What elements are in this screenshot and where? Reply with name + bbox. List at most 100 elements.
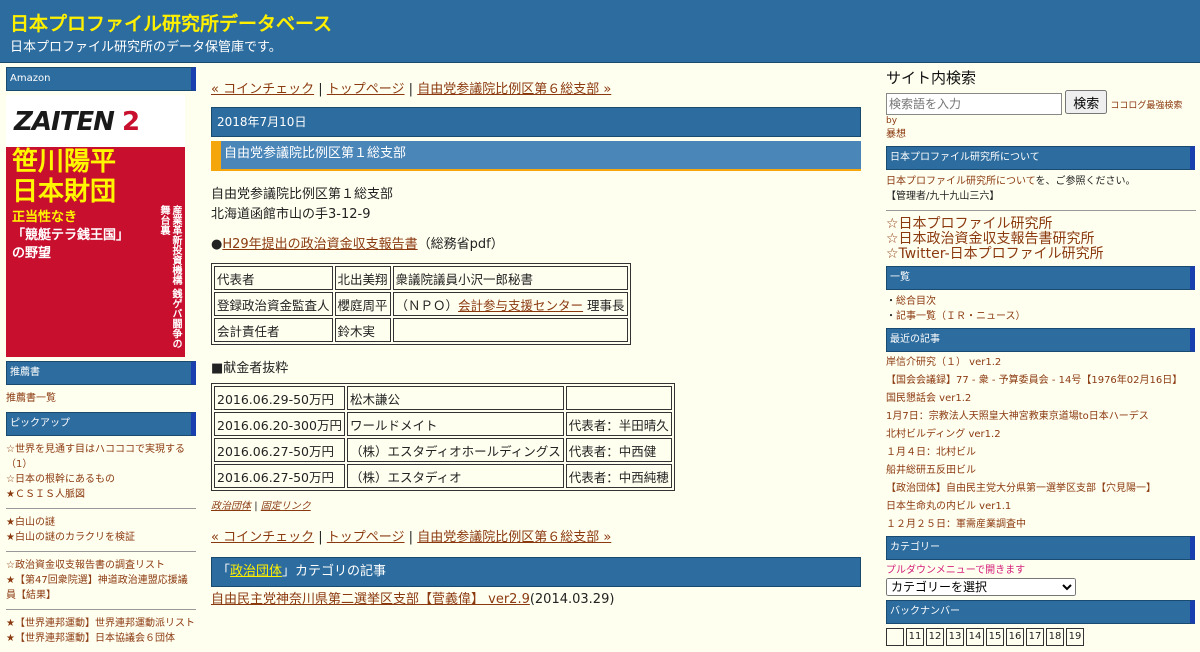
next-article-link[interactable]: 自由党参議院比例区第６総支部 » [417, 530, 611, 545]
calendar-cell[interactable]: 18 [1046, 628, 1064, 646]
officer-note [392, 318, 628, 342]
next-article-link[interactable]: 自由党参議院比例区第６総支部 » [417, 82, 611, 97]
calendar-cell[interactable]: 11 [906, 628, 924, 646]
address-line-2: 北海道函館市山の手3-12-9 [211, 207, 371, 222]
article-title[interactable]: 自由党参議院比例区第１総支部 [211, 141, 861, 171]
recent-article-link[interactable]: 【国会会議録】77 - 衆 - 予算委員会 - 14号【1976年02月16日】 [886, 375, 1182, 386]
about-section: 日本プロファイル研究所についてを、ご参照ください。 【管理者/九十九山三六】 [886, 174, 1196, 204]
recent-article-link[interactable]: 北村ビルディング ver1.2 [886, 429, 1001, 440]
calendar-cell[interactable]: 12 [926, 628, 944, 646]
pickup-group-2: ★白山の謎 ★白山の謎のカラクリを検証 [6, 515, 196, 545]
bracket-open: 「 [217, 564, 231, 579]
report-suffix: （総務省pdf） [417, 237, 504, 252]
pickup-link[interactable]: ☆日本の根幹にあるもの [6, 474, 115, 485]
calendar-cell[interactable]: 17 [1026, 628, 1044, 646]
search-button[interactable]: 検索 [1065, 90, 1108, 114]
article-nav-bottom: « コインチェック | トップページ | 自由党参議院比例区第６総支部 » [211, 526, 861, 545]
search-powered-author[interactable]: 暴想 [886, 128, 1196, 142]
pickup-link[interactable]: ★白山の謎のカラクリを検証 [6, 532, 135, 543]
main-content: « コインチェック | トップページ | 自由党参議院比例区第６総支部 » 20… [211, 78, 861, 609]
officer-role: 会計責任者 [214, 318, 333, 342]
nav-separator: | [318, 530, 323, 545]
pickup-link[interactable]: ★【世界連邦運動】日本協議会６団体 [6, 633, 175, 644]
calendar-cell[interactable] [886, 628, 904, 646]
recent-article-link[interactable]: １２月２５日：軍需産業調査中 [886, 519, 1026, 530]
calendar-cell[interactable]: 15 [986, 628, 1004, 646]
divider [6, 508, 196, 509]
pickup-link[interactable]: ★【世界連邦運動】世界連邦運動派リスト [6, 618, 195, 629]
recommend-list-link[interactable]: 推薦書一覧 [6, 393, 56, 404]
article-list-link[interactable]: 記事一覧（ＩＲ・ニュース） [896, 311, 1026, 322]
backnumber-calendar: 11 12 13 14 15 16 17 18 19 [886, 628, 1196, 646]
donors-heading: ■献金者抜粋 [211, 361, 289, 376]
book-issue: 2 [121, 107, 140, 137]
donor-name: ワールドメイト [346, 412, 564, 436]
site-links: ☆日本プロファイル研究所 ☆日本政治資金収支報告書研究所 ☆Twitter-日本… [886, 217, 1196, 262]
amazon-heading: Amazon [6, 67, 196, 91]
category-bar-link[interactable]: 政治団体 [230, 564, 282, 579]
pickup-heading: ピックアップ [6, 412, 196, 436]
calendar-cell[interactable]: 16 [1006, 628, 1024, 646]
donor-name: （株）エスタディオホールディングス [346, 438, 564, 462]
pickup-group-4: ★【世界連邦運動】世界連邦運動派リスト ★【世界連邦運動】日本協議会６団体 [6, 616, 196, 646]
table-row: 2016.06.27-50万円 （株）エスタディオ 代表者：中西純穂 [214, 464, 672, 488]
category-hint: プルダウンメニューで開きます [886, 565, 1026, 576]
recent-heading: 最近の記事 [886, 328, 1195, 352]
report-pdf-link[interactable]: H29年提出の政治資金収支報告書 [222, 237, 417, 252]
donor-name: 松木謙公 [346, 386, 564, 410]
category-article-link[interactable]: 自由民主党神奈川県第二選挙区支部【菅義偉】 ver2.9 [211, 592, 530, 607]
support-center-link[interactable]: 会計参与支援センター [458, 298, 583, 313]
donor-date: 2016.06.20-300万円 [214, 412, 345, 436]
table-row: 2016.06.27-50万円 （株）エスタディオホールディングス 代表者：中西… [214, 438, 672, 462]
search-input[interactable] [886, 93, 1062, 115]
donor-date: 2016.06.29-50万円 [214, 386, 345, 410]
recent-article-link[interactable]: 船井総研五反田ビル [886, 465, 976, 476]
prev-article-link[interactable]: « コインチェック [211, 530, 314, 545]
permalink-link[interactable]: 固定リンク [261, 501, 311, 512]
nav-separator: | [408, 82, 414, 97]
article-nav-top: « コインチェック | トップページ | 自由党参議院比例区第６総支部 » [211, 78, 861, 97]
recent-article-link[interactable]: １月４日：北村ビル [886, 447, 976, 458]
site-header: 日本プロファイル研究所データベース 日本プロファイル研究所のデータ保管庫です。 [0, 0, 1200, 63]
top-page-link[interactable]: トップページ [327, 82, 405, 97]
list-section: ・総合目次 ・記事一覧（ＩＲ・ニュース） [886, 296, 1026, 322]
book-headline-1: 笹川陽平 [12, 147, 117, 177]
about-link[interactable]: 日本プロファイル研究所について [886, 176, 1036, 187]
recent-article-link[interactable]: 日本生命丸の内ビル ver1.1 [886, 501, 1011, 512]
site-title[interactable]: 日本プロファイル研究所データベース [10, 9, 332, 36]
divider [6, 609, 196, 610]
recent-article-link[interactable]: 岸信介研究（１） ver1.2 [886, 357, 1001, 368]
pickup-link[interactable]: ★白山の謎 [6, 517, 55, 528]
index-link[interactable]: 総合目次 [896, 296, 936, 307]
recent-article-link[interactable]: 国民懇話会 ver1.2 [886, 393, 971, 404]
category-select[interactable]: カテゴリーを選択 [886, 578, 1076, 596]
book-cover[interactable]: ZAITEN 2 笹川陽平 日本財団 正当性なき 「競艇テラ銭王国」 の野望 産… [6, 95, 185, 357]
backnumber-heading: バックナンバー [886, 600, 1195, 624]
table-row: 代表者 北出美翔 衆議院議員小沢一郎秘書 [214, 266, 628, 290]
pickup-link[interactable]: ★【第47回衆院選】神道政治連盟応援議員【結果】 [6, 575, 188, 601]
note-suffix: 理事長 [583, 297, 625, 313]
site-link[interactable]: ☆日本プロファイル研究所 [886, 216, 1053, 232]
table-row: 2016.06.29-50万円 松木謙公 [214, 386, 672, 410]
pickup-link[interactable]: ☆政治資金収支報告書の調査リスト [6, 560, 165, 571]
article-body: 自由党参議院比例区第１総支部 北海道函館市山の手3-12-9 ●H29年提出の政… [211, 185, 861, 512]
prev-article-link[interactable]: « コインチェック [211, 82, 314, 97]
divider [6, 551, 196, 552]
pickup-link[interactable]: ★ＣＳＩＳ人脈図 [6, 489, 85, 500]
donor-name: （株）エスタディオ [346, 464, 564, 488]
pickup-link[interactable]: ☆世界を見通す目はハコココで実現する（1） [6, 444, 185, 470]
pickup-group-3: ☆政治資金収支報告書の調査リスト ★【第47回衆院選】神道政治連盟応援議員【結果… [6, 558, 196, 603]
recent-article-link[interactable]: 【政治団体】自由民主党大分県第一選挙区支部【穴見陽一】 [886, 483, 1156, 494]
site-description: 日本プロファイル研究所のデータ保管庫です。 [10, 40, 282, 55]
calendar-cell[interactable]: 13 [946, 628, 964, 646]
officer-name: 北出美翔 [334, 266, 391, 290]
calendar-cell[interactable]: 19 [1066, 628, 1084, 646]
site-link[interactable]: ☆日本政治資金収支報告書研究所 [886, 231, 1095, 247]
recent-article-link[interactable]: 1月7日：宗教法人天照皇大神宮教東京道場to日本ハーデス [886, 411, 1149, 422]
top-page-link[interactable]: トップページ [327, 530, 405, 545]
calendar-cell[interactable]: 14 [966, 628, 984, 646]
category-link[interactable]: 政治団体 [211, 501, 251, 512]
site-link[interactable]: ☆Twitter-日本プロファイル研究所 [886, 246, 1104, 262]
donor-rep [565, 386, 672, 410]
recent-list: 岸信介研究（１） ver1.2 【国会会議録】77 - 衆 - 予算委員会 - … [886, 354, 1196, 534]
